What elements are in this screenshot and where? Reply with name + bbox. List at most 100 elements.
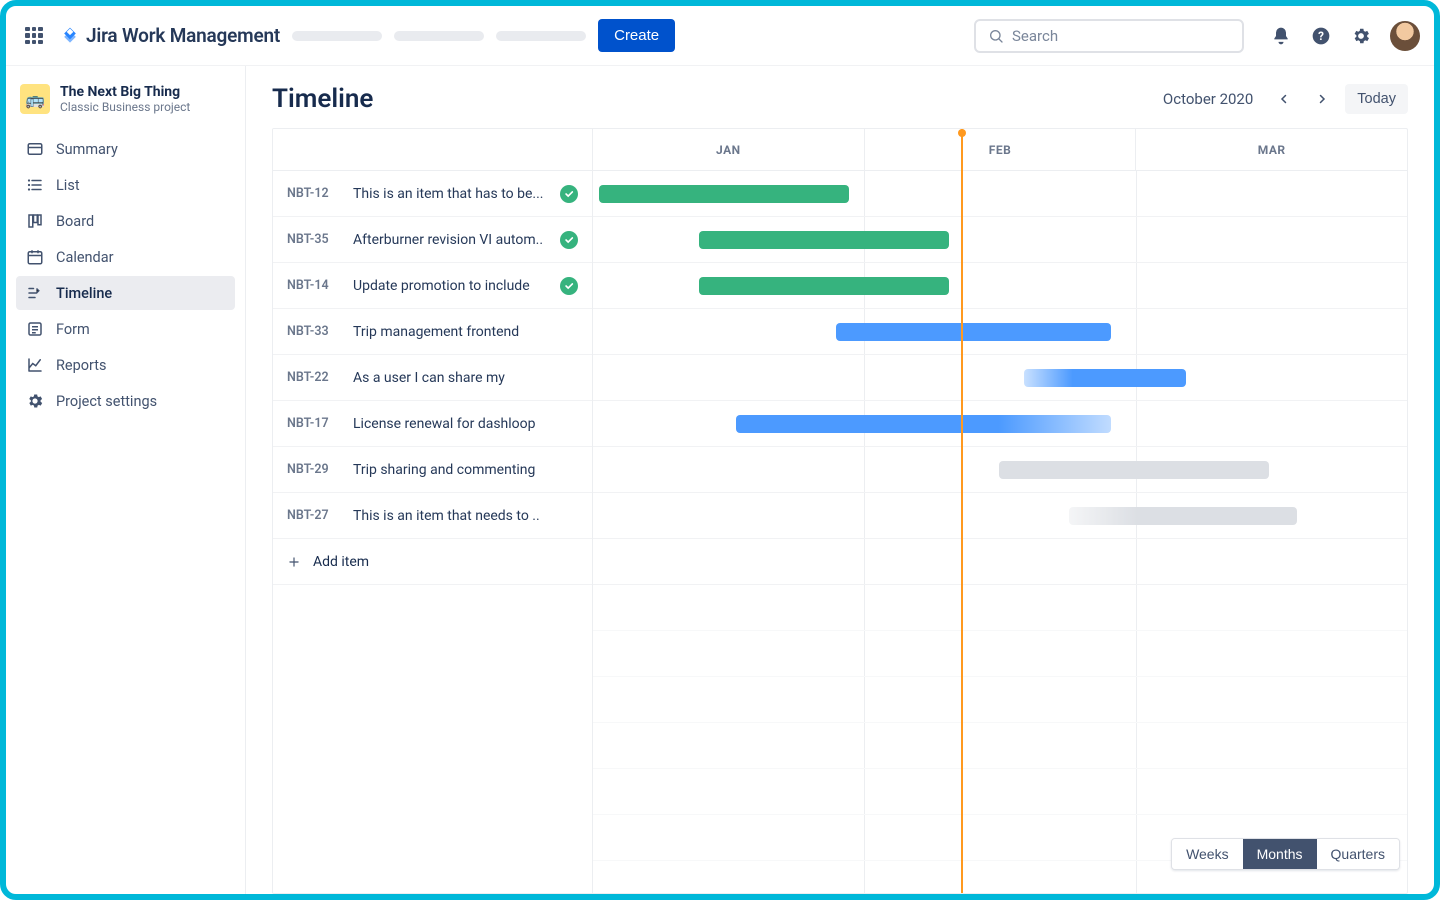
issue-key: NBT-27 [287,508,341,523]
nav-placeholder[interactable] [394,31,484,41]
app-switcher-icon[interactable] [20,22,48,50]
project-sidebar: 🚌 The Next Big Thing Classic Business pr… [6,66,246,894]
project-name: The Next Big Thing [60,84,190,100]
sidebar-item-icon [26,176,44,194]
month-header: FEB [865,129,1137,170]
sidebar-item-icon [26,392,44,410]
timeline-bar[interactable] [699,277,949,295]
sidebar-item-icon [26,248,44,266]
timeline-bar[interactable] [1024,369,1185,387]
timeline-row [593,309,1407,355]
issue-row[interactable]: NBT-22 As a user I can share my [273,355,592,401]
product-logo[interactable]: Jira Work Management [60,24,280,47]
timeline-bar[interactable] [836,323,1111,341]
search-input[interactable]: Search [974,19,1244,53]
date-range-label: October 2020 [1163,90,1253,108]
sidebar-item-label: Board [56,213,94,230]
issue-row[interactable]: NBT-17License renewal for dashloop [273,401,592,447]
sidebar-item-label: Summary [56,141,118,158]
done-badge-icon [560,185,578,203]
sidebar-item-label: Project settings [56,393,157,410]
issue-summary: Afterburner revision VI autom.. [353,232,548,248]
page-title: Timeline [272,84,373,114]
sidebar-item-list[interactable]: List [16,168,235,202]
timeline-bar[interactable] [1069,507,1297,525]
issue-summary: As a user I can share my [353,370,578,386]
sidebar-item-label: List [56,177,80,194]
product-name: Jira Work Management [86,24,280,47]
user-avatar[interactable] [1390,21,1420,51]
issue-key: NBT-14 [287,278,341,293]
month-header: MAR [1136,129,1407,170]
project-subtitle: Classic Business project [60,100,190,114]
sidebar-item-summary[interactable]: Summary [16,132,235,166]
sidebar-item-label: Reports [56,357,107,374]
next-month-button[interactable] [1307,84,1337,114]
issue-key: NBT-12 [287,186,341,201]
search-icon [988,28,1004,44]
notifications-icon[interactable] [1270,25,1292,47]
sidebar-item-board[interactable]: Board [16,204,235,238]
timeline-row [593,539,1407,585]
zoom-option-weeks[interactable]: Weeks [1172,839,1243,869]
add-item-button[interactable]: Add item [273,539,592,585]
timeline-bar[interactable] [736,415,1110,433]
project-icon: 🚌 [20,84,50,114]
project-header[interactable]: 🚌 The Next Big Thing Classic Business pr… [16,80,235,128]
timeline-bar[interactable] [999,461,1269,479]
main-content: Timeline October 2020 Today NBT-12 This i… [246,66,1434,894]
timeline-row [593,217,1407,263]
prev-month-button[interactable] [1269,84,1299,114]
done-badge-icon [560,277,578,295]
sidebar-item-icon [26,284,44,302]
timeline-row [593,447,1407,493]
sidebar-item-reports[interactable]: Reports [16,348,235,382]
create-button[interactable]: Create [598,19,675,52]
issue-key: NBT-33 [287,324,341,339]
today-marker [961,129,963,893]
sidebar-item-form[interactable]: Form [16,312,235,346]
sidebar-item-icon [26,356,44,374]
plus-icon [287,555,301,569]
timeline-row [593,171,1407,217]
top-nav: Jira Work Management Create Search ? [6,6,1434,66]
sidebar-item-icon [26,212,44,230]
settings-icon[interactable] [1350,25,1372,47]
timeline-row [593,401,1407,447]
issue-row[interactable]: NBT-35 Afterburner revision VI autom.. [273,217,592,263]
timeline-row [593,263,1407,309]
issue-row[interactable]: NBT-33 Trip management frontend [273,309,592,355]
issue-key: NBT-17 [287,416,341,431]
issue-row[interactable]: NBT-27 This is an item that needs to .. [273,493,592,539]
issue-key: NBT-22 [287,370,341,385]
timeline-bar[interactable] [699,231,949,249]
zoom-toggle: WeeksMonthsQuarters [1171,838,1400,870]
nav-placeholder[interactable] [292,31,382,41]
sidebar-item-project-settings[interactable]: Project settings [16,384,235,418]
nav-placeholder[interactable] [496,31,586,41]
zoom-option-months[interactable]: Months [1243,839,1317,869]
issue-row[interactable]: NBT-29Trip sharing and commenting [273,447,592,493]
sidebar-item-icon [26,320,44,338]
done-badge-icon [560,231,578,249]
issue-row[interactable]: NBT-12 This is an item that has to be... [273,171,592,217]
add-item-label: Add item [313,554,369,570]
sidebar-item-timeline[interactable]: Timeline [16,276,235,310]
issue-key: NBT-29 [287,462,341,477]
sidebar-item-icon [26,140,44,158]
timeline-bar[interactable] [599,185,849,203]
sidebar-item-label: Form [56,321,90,338]
issue-summary: This is an item that needs to .. [353,508,578,524]
timeline-row [593,493,1407,539]
zoom-option-quarters[interactable]: Quarters [1317,839,1399,869]
svg-text:?: ? [1318,29,1324,43]
timeline-row [593,355,1407,401]
today-button[interactable]: Today [1345,84,1408,114]
issue-key: NBT-35 [287,232,341,247]
help-icon[interactable]: ? [1310,25,1332,47]
sidebar-item-calendar[interactable]: Calendar [16,240,235,274]
issue-summary: Trip management frontend [353,324,578,340]
issue-summary: This is an item that has to be... [353,186,548,202]
issue-row[interactable]: NBT-14Update promotion to include [273,263,592,309]
search-placeholder: Search [1012,27,1058,45]
